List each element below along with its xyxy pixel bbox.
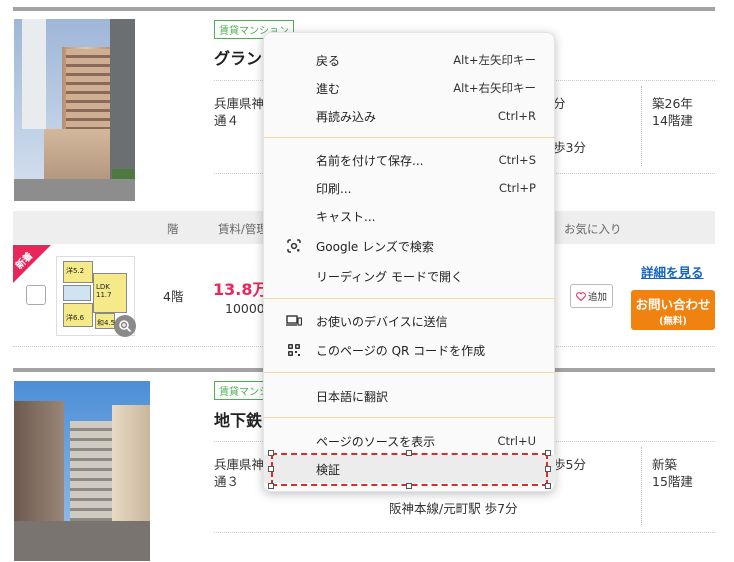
menu-item-send-to-devices[interactable]: お使いのデバイスに送信 [264,307,556,335]
listing-top-border [13,7,715,11]
devices-icon [285,312,303,330]
add-favorite-label: 追加 [587,292,607,303]
room-fee: 10000 [225,301,265,316]
divider [641,86,642,166]
menu-separator [264,372,556,373]
menu-item-save-as[interactable]: 名前を付けて保存... Ctrl+S [264,146,556,174]
station-walk-partial-2: 歩3分 [553,140,586,155]
lens-icon [285,237,303,255]
resize-handle[interactable] [268,450,274,456]
menu-item-translate[interactable]: 日本語に翻訳 [264,382,556,410]
menu-item-reload[interactable]: 再読み込み Ctrl+R [264,102,556,130]
resize-handle[interactable] [545,450,551,456]
plan-label: 和4.5 [97,319,116,327]
inquiry-label: お問い合わせ [635,297,711,312]
room-price: 13.8万 [213,280,269,299]
menu-item-back[interactable]: 戻る Alt+左矢印キー [264,46,556,74]
room-floor: 4階 [163,289,184,304]
header-floor: 階 [167,222,179,236]
divider [214,532,715,533]
building-floors: 15階建 [652,474,693,489]
qr-code-icon [285,341,303,359]
divider [641,447,642,525]
selection-highlight [271,453,548,486]
room-select-checkbox[interactable] [26,285,46,305]
floor-plan-image[interactable]: 洋5.2 LDK 11.7 洋6.6 和4.5 [56,256,136,337]
address-line-2: 通４ [214,113,240,128]
building-photo-1[interactable] [14,19,135,201]
header-rent: 賃料/管理 [218,222,268,236]
building-photo-2[interactable] [14,381,150,561]
building-age: 新築 [652,457,678,472]
heart-icon [576,291,586,301]
address-line-1: 兵庫県神 [214,457,265,472]
context-menu: 戻る Alt+左矢印キー 進む Alt+右矢印キー 再読み込み Ctrl+R 名… [263,32,556,492]
menu-item-reading-mode[interactable]: リーディング モードで開く [264,262,556,290]
menu-item-qr-code[interactable]: このページの QR コードを作成 [264,336,556,364]
property-title[interactable]: グラン [214,45,262,69]
zoom-icon[interactable] [114,315,136,337]
plan-label: 洋5.2 [66,267,85,275]
inquiry-button[interactable]: お問い合わせ (無料) [631,290,715,330]
station-line: 阪神本線/元町駅 歩7分 [389,501,518,516]
resize-handle[interactable] [268,466,274,472]
plan-label: LDK 11.7 [96,283,112,299]
resize-handle[interactable] [268,483,274,489]
menu-separator [264,417,556,418]
view-details-link[interactable]: 詳細を見る [641,262,704,281]
menu-item-cast[interactable]: キャスト... [264,202,556,230]
inquiry-sublabel: (無料) [659,316,687,327]
resize-handle[interactable] [406,450,412,456]
address-line-2: 通３ [214,474,240,489]
building-age: 築26年 [652,96,693,111]
resize-handle[interactable] [406,483,412,489]
header-favorite: お気に入り [564,222,622,236]
resize-handle[interactable] [545,466,551,472]
property-title[interactable]: 地下鉄 [214,407,262,431]
menu-item-google-lens[interactable]: Google レンズで検索 [264,232,556,260]
address-line-1: 兵庫県神 [214,96,265,111]
resize-handle[interactable] [545,483,551,489]
building-floors: 14階建 [652,113,693,128]
menu-separator [264,298,556,299]
add-favorite-button[interactable]: 追加 [570,284,613,308]
station-walk-partial: 歩5分 [553,457,586,472]
menu-item-print[interactable]: 印刷... Ctrl+P [264,174,556,202]
menu-item-forward[interactable]: 進む Alt+右矢印キー [264,74,556,102]
plan-label: 洋6.6 [66,314,85,322]
menu-separator [264,137,556,138]
